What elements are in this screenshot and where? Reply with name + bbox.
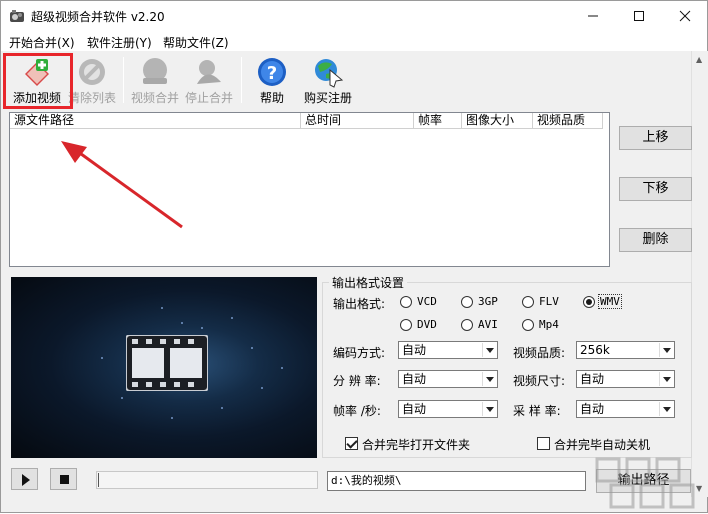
film-strip-icon bbox=[126, 335, 208, 391]
stop-icon bbox=[60, 475, 69, 484]
play-button[interactable] bbox=[11, 468, 38, 490]
playback-slider[interactable] bbox=[96, 471, 318, 489]
video-size-select[interactable]: 自动 bbox=[576, 370, 675, 388]
encoding-value: 自动 bbox=[402, 343, 427, 357]
radio-dvd[interactable] bbox=[400, 319, 412, 331]
encoding-label: 编码方式: bbox=[333, 346, 386, 360]
quality-value: 256k bbox=[580, 343, 610, 357]
radio-wmv-label: WMV bbox=[598, 294, 622, 309]
resolution-value: 自动 bbox=[402, 372, 427, 386]
resolution-label: 分 辨 率: bbox=[333, 374, 381, 388]
delete-button[interactable]: 删除 bbox=[619, 228, 692, 252]
video-preview bbox=[11, 277, 317, 458]
radio-mp4[interactable] bbox=[522, 319, 534, 331]
quality-label: 视频品质: bbox=[513, 346, 566, 360]
play-icon bbox=[22, 474, 30, 486]
quality-select[interactable]: 256k bbox=[576, 341, 675, 359]
radio-3gp[interactable] bbox=[461, 296, 473, 308]
radio-mp4-label: Mp4 bbox=[539, 318, 559, 331]
sample-rate-select[interactable]: 自动 bbox=[576, 400, 675, 418]
fps-label: 帧率 /秒: bbox=[333, 404, 381, 418]
move-up-button[interactable]: 上移 bbox=[619, 126, 692, 150]
chevron-down-icon[interactable] bbox=[659, 402, 673, 416]
sample-rate-label: 采 样 率: bbox=[513, 404, 561, 418]
radio-flv-label: FLV bbox=[539, 295, 559, 308]
fps-select[interactable]: 自动 bbox=[398, 400, 498, 418]
chevron-down-icon[interactable] bbox=[482, 343, 496, 357]
open-folder-checkbox[interactable] bbox=[345, 437, 358, 450]
output-format-label: 输出格式: bbox=[333, 297, 386, 311]
slider-thumb[interactable] bbox=[98, 473, 102, 487]
radio-3gp-label: 3GP bbox=[478, 295, 498, 308]
auto-shutdown-checkbox[interactable] bbox=[537, 437, 550, 450]
radio-flv[interactable] bbox=[522, 296, 534, 308]
radio-vcd[interactable] bbox=[400, 296, 412, 308]
chevron-down-icon[interactable] bbox=[482, 372, 496, 386]
resolution-select[interactable]: 自动 bbox=[398, 370, 498, 388]
app-window: 超级视频合并软件 v2.20 开始合并(X) 软件注册(Y) 帮助文件(Z) 添… bbox=[0, 0, 708, 513]
output-path-input[interactable]: d:\我的视频\ bbox=[327, 471, 586, 491]
output-format-title: 输出格式设置 bbox=[329, 274, 408, 291]
encoding-select[interactable]: 自动 bbox=[398, 341, 498, 359]
video-size-value: 自动 bbox=[580, 372, 605, 386]
chevron-down-icon[interactable] bbox=[659, 372, 673, 386]
open-folder-label: 合并完毕打开文件夹 bbox=[362, 438, 471, 452]
watermark-logo-icon bbox=[595, 457, 695, 509]
radio-avi-label: AVI bbox=[478, 318, 498, 331]
auto-shutdown-label: 合并完毕自动关机 bbox=[554, 438, 651, 452]
radio-vcd-label: VCD bbox=[417, 295, 437, 308]
radio-wmv[interactable] bbox=[583, 296, 595, 308]
video-size-label: 视频尺寸: bbox=[513, 374, 566, 388]
sample-rate-value: 自动 bbox=[580, 402, 605, 416]
fps-value: 自动 bbox=[402, 402, 427, 416]
radio-dvd-label: DVD bbox=[417, 318, 437, 331]
chevron-down-icon[interactable] bbox=[482, 402, 496, 416]
move-down-button[interactable]: 下移 bbox=[619, 177, 692, 201]
chevron-down-icon[interactable] bbox=[659, 343, 673, 357]
radio-avi[interactable] bbox=[461, 319, 473, 331]
stop-button[interactable] bbox=[50, 468, 77, 490]
